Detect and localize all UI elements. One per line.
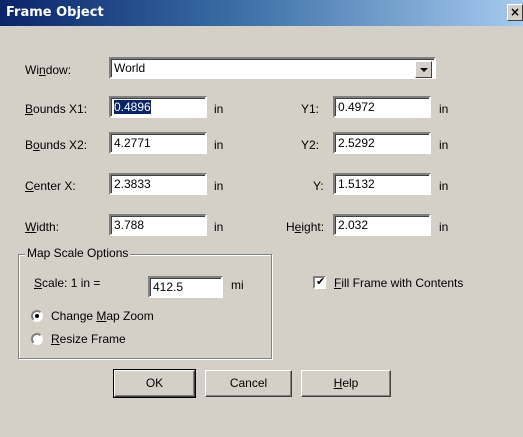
help-button[interactable]: Help xyxy=(301,370,391,397)
frame-object-dialog: Frame Object × Window: World Bounds X1: … xyxy=(0,0,523,437)
y2-unit: in xyxy=(439,138,449,152)
y1-label: Y1: xyxy=(301,102,320,116)
window-label: Window: xyxy=(25,63,72,77)
cancel-button-label: Cancel xyxy=(229,376,268,390)
height-unit: in xyxy=(439,220,449,234)
width-label: Width: xyxy=(25,220,60,234)
map-scale-group-title: Map Scale Options xyxy=(25,246,131,260)
change-map-zoom-radio[interactable] xyxy=(31,310,43,322)
bounds-x1-field[interactable]: 0.4896 xyxy=(109,96,207,118)
height-label: Height: xyxy=(286,220,325,234)
title-bar[interactable]: Frame Object × xyxy=(0,0,523,26)
checkmark-icon: ✔ xyxy=(316,275,326,288)
close-button[interactable]: × xyxy=(507,4,523,21)
window-select-value: World xyxy=(114,61,146,75)
center-x-unit: in xyxy=(214,179,224,193)
ok-button[interactable]: OK xyxy=(113,369,196,398)
bounds-x2-value: 4.2771 xyxy=(114,136,151,150)
scale-value: 412.5 xyxy=(153,280,184,294)
cancel-button[interactable]: Cancel xyxy=(205,370,292,397)
chevron-down-icon xyxy=(420,68,428,72)
window-dropdown-button[interactable] xyxy=(415,61,432,78)
resize-frame-label[interactable]: Resize Frame xyxy=(51,332,126,346)
ok-button-label: OK xyxy=(145,376,164,390)
bounds-x2-label: Bounds X2: xyxy=(25,138,88,152)
y2-field[interactable]: 2.5292 xyxy=(333,132,431,154)
scale-field[interactable]: 412.5 xyxy=(148,276,223,298)
dialog-title: Frame Object xyxy=(6,5,104,20)
center-y-value: 1.5132 xyxy=(338,177,375,191)
y2-value: 2.5292 xyxy=(338,136,375,150)
y2-label: Y2: xyxy=(301,138,320,152)
fill-frame-label[interactable]: Fill Frame with Contents xyxy=(334,276,463,290)
bounds-x1-label: Bounds X1: xyxy=(25,102,88,116)
height-field[interactable]: 2.032 xyxy=(333,214,431,236)
center-y-label: Y: xyxy=(313,179,324,193)
width-value: 3.788 xyxy=(114,218,145,232)
bounds-x1-unit: in xyxy=(214,102,224,116)
center-x-label: Center X: xyxy=(25,179,76,193)
height-value: 2.032 xyxy=(338,218,369,232)
scale-label: Scale: 1 in = xyxy=(34,276,101,290)
bounds-x2-unit: in xyxy=(214,138,224,152)
window-select[interactable]: World xyxy=(109,57,436,79)
y1-unit: in xyxy=(439,102,449,116)
bounds-x2-field[interactable]: 4.2771 xyxy=(109,132,207,154)
width-field[interactable]: 3.788 xyxy=(109,214,207,236)
change-map-zoom-label[interactable]: Change Map Zoom xyxy=(51,309,154,323)
y1-field[interactable]: 0.4972 xyxy=(333,96,431,118)
radio-selected-dot xyxy=(35,314,39,318)
y1-value: 0.4972 xyxy=(338,100,375,114)
center-x-value: 2.3833 xyxy=(114,177,151,191)
bounds-x1-value: 0.4896 xyxy=(114,100,151,114)
help-button-label: Help xyxy=(333,376,359,390)
center-y-field[interactable]: 1.5132 xyxy=(333,173,431,195)
width-unit: in xyxy=(214,220,224,234)
scale-unit: mi xyxy=(231,278,244,292)
fill-frame-checkbox[interactable]: ✔ xyxy=(313,275,326,289)
center-y-unit: in xyxy=(439,179,449,193)
close-icon: × xyxy=(509,5,521,19)
center-x-field[interactable]: 2.3833 xyxy=(109,173,207,195)
resize-frame-radio[interactable] xyxy=(31,333,43,345)
